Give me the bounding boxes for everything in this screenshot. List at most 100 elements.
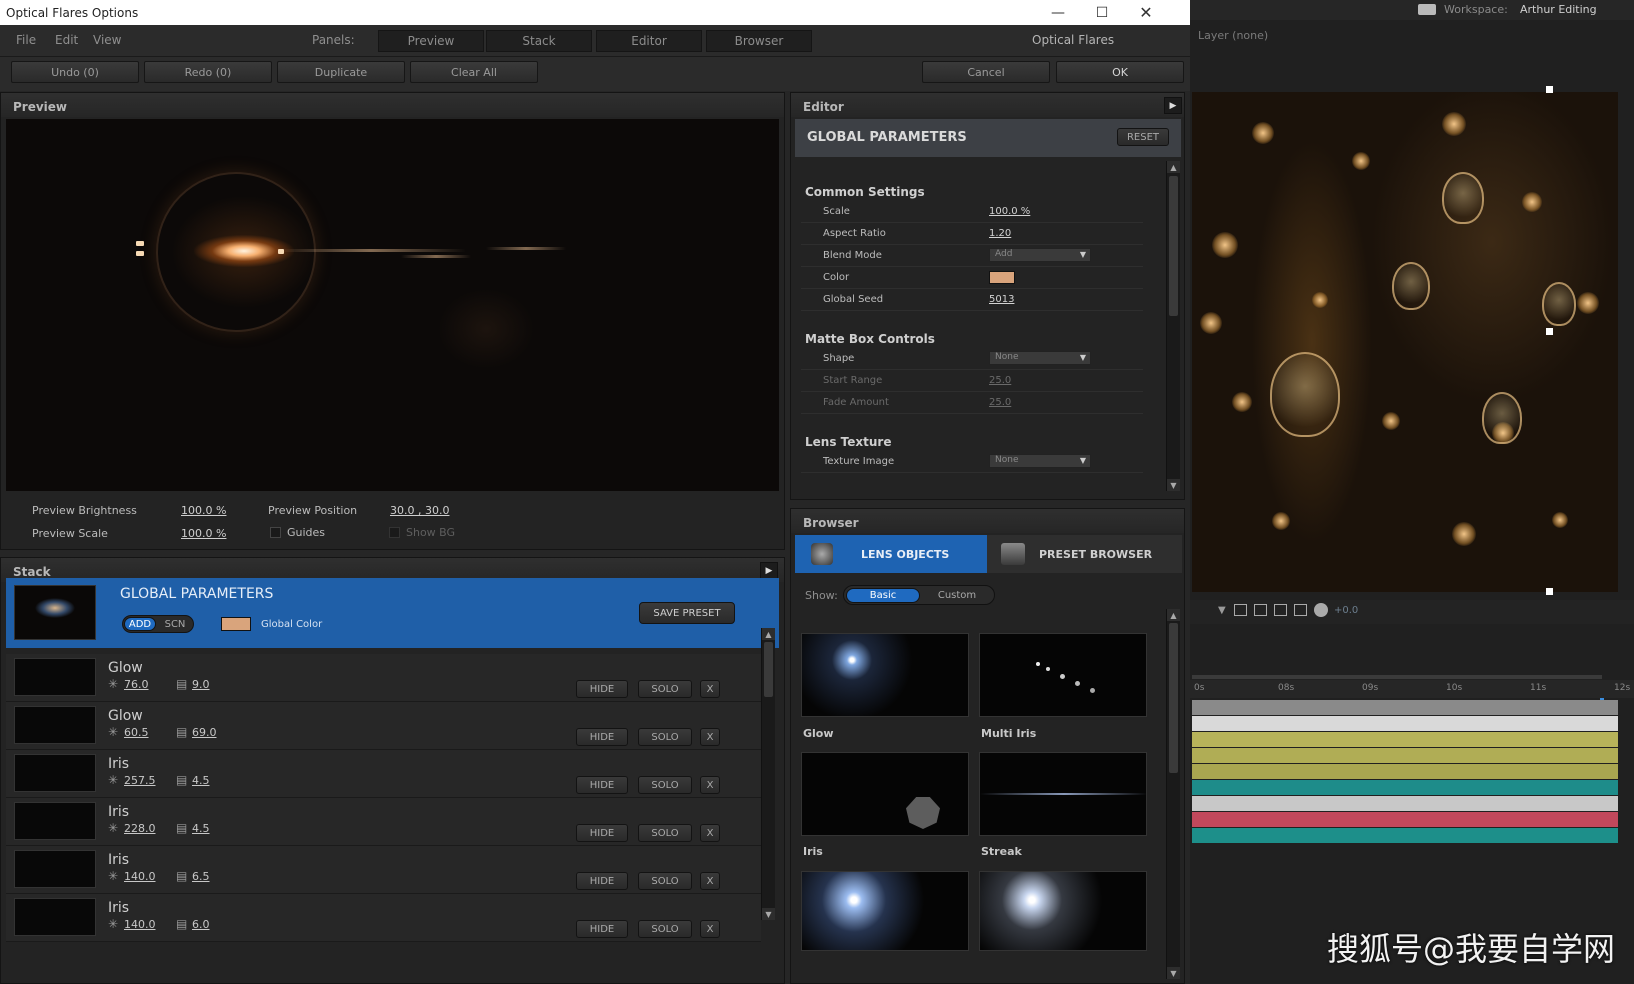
global-seed-value[interactable]: 5013 [989, 294, 1014, 305]
scale-value[interactable]: 100.0 % [989, 206, 1030, 217]
cancel-button[interactable]: Cancel [922, 61, 1050, 83]
layer-brightness[interactable]: 257.5 [124, 774, 156, 787]
flowchart-icon[interactable] [1294, 604, 1307, 616]
layer-scale[interactable]: 6.5 [192, 870, 210, 883]
scroll-up-icon[interactable]: ▲ [1167, 161, 1180, 173]
timeline-track[interactable] [1192, 700, 1618, 715]
scroll-thumb[interactable] [1169, 623, 1178, 773]
snapshot-icon[interactable] [1234, 604, 1247, 616]
aspect-ratio-value[interactable]: 1.20 [989, 228, 1011, 239]
stack-row[interactable]: Glow ✳ 60.5 ▤ 69.0 HIDE SOLO X [6, 702, 761, 750]
hide-button[interactable]: HIDE [576, 872, 628, 890]
timeline-track[interactable] [1192, 748, 1618, 763]
timeline-ruler[interactable]: 0s 08s 09s 10s 11s 12s [1190, 680, 1634, 698]
work-area-bar[interactable] [1192, 675, 1602, 679]
streak-tile[interactable] [979, 752, 1147, 836]
show-bg-checkbox[interactable] [389, 527, 400, 538]
hide-button[interactable]: HIDE [576, 728, 628, 746]
workspace-value[interactable]: Arthur Editing [1520, 3, 1597, 16]
color-swatch[interactable] [989, 271, 1015, 284]
multi-iris-tile[interactable] [979, 633, 1147, 717]
menu-file[interactable]: File [16, 33, 36, 47]
iris-tile[interactable] [801, 752, 969, 836]
scroll-down-icon[interactable]: ▼ [762, 908, 775, 920]
panel-tab-browser[interactable]: Browser [706, 30, 812, 52]
global-color-swatch[interactable] [221, 617, 251, 631]
scroll-thumb[interactable] [764, 642, 773, 697]
solo-button[interactable]: SOLO [638, 920, 692, 938]
save-preset-button[interactable]: SAVE PRESET [639, 602, 735, 624]
maximize-button[interactable]: ☐ [1080, 0, 1124, 25]
ok-button[interactable]: OK [1056, 61, 1184, 83]
composition-viewer[interactable] [1192, 92, 1618, 592]
duplicate-button[interactable]: Duplicate [277, 61, 405, 83]
exposure-value[interactable]: +0.0 [1334, 605, 1358, 616]
timeline-track[interactable] [1192, 716, 1618, 731]
stack-row[interactable]: Iris ✳ 140.0 ▤ 6.0 HIDE SOLO X [6, 894, 761, 942]
undo-button[interactable]: Undo (0) [11, 61, 139, 83]
stack-global-parameters[interactable]: GLOBAL PARAMETERS ADD SCN Global Color S… [6, 578, 779, 648]
remove-button[interactable]: X [700, 728, 720, 746]
layer-brightness[interactable]: 228.0 [124, 822, 156, 835]
timeline-track[interactable] [1192, 812, 1618, 827]
stack-row[interactable]: Glow ✳ 76.0 ▤ 9.0 HIDE SOLO X [6, 654, 761, 702]
scroll-up-icon[interactable]: ▲ [762, 628, 775, 640]
stack-row[interactable]: Iris ✳ 257.5 ▤ 4.5 HIDE SOLO X [6, 750, 761, 798]
close-button[interactable]: ✕ [1124, 0, 1168, 25]
timeline-track[interactable] [1192, 780, 1618, 795]
preview-position-value[interactable]: 30.0 , 30.0 [390, 504, 449, 517]
stack-row[interactable]: Iris ✳ 228.0 ▤ 4.5 HIDE SOLO X [6, 798, 761, 846]
transform-handle[interactable] [1546, 86, 1553, 93]
lens-objects-tab[interactable]: LENS OBJECTS [795, 535, 987, 573]
show-basic-button[interactable]: Basic [846, 588, 920, 603]
stack-menu-arrow-icon[interactable]: ▶ [760, 562, 778, 579]
preset-browser-tab[interactable]: PRESET BROWSER [987, 535, 1182, 573]
menu-view[interactable]: View [93, 33, 121, 47]
remove-button[interactable]: X [700, 680, 720, 698]
panel-tab-preview[interactable]: Preview [378, 30, 484, 52]
minimize-button[interactable]: — [1036, 0, 1080, 25]
hide-button[interactable]: HIDE [576, 920, 628, 938]
redo-button[interactable]: Redo (0) [144, 61, 272, 83]
reset-button[interactable]: RESET [1117, 128, 1169, 146]
menu-edit[interactable]: Edit [55, 33, 78, 47]
solo-button[interactable]: SOLO [638, 776, 692, 794]
layer-brightness[interactable]: 140.0 [124, 918, 156, 931]
panel-tab-stack[interactable]: Stack [486, 30, 592, 52]
remove-button[interactable]: X [700, 776, 720, 794]
scn-toggle[interactable]: SCN [159, 617, 191, 631]
panel-tab-editor[interactable]: Editor [596, 30, 702, 52]
layer-brightness[interactable]: 60.5 [124, 726, 149, 739]
timeline-track[interactable] [1192, 764, 1618, 779]
solo-button[interactable]: SOLO [638, 680, 692, 698]
transform-handle[interactable] [1546, 328, 1553, 335]
shape-dropdown[interactable]: None ▼ [989, 351, 1091, 365]
start-range-value[interactable]: 25.0 [989, 375, 1011, 386]
hide-button[interactable]: HIDE [576, 680, 628, 698]
layer-scale[interactable]: 6.0 [192, 918, 210, 931]
scroll-up-icon[interactable]: ▲ [1167, 609, 1180, 621]
editor-menu-arrow-icon[interactable]: ▶ [1164, 97, 1182, 114]
editor-scrollbar[interactable]: ▲ ▼ [1166, 161, 1180, 491]
remove-button[interactable]: X [700, 920, 720, 938]
show-custom-button[interactable]: Custom [921, 588, 993, 603]
guides-checkbox[interactable] [270, 527, 281, 538]
timeline-track[interactable] [1192, 828, 1618, 843]
hide-button[interactable]: HIDE [576, 776, 628, 794]
timeline-track[interactable] [1192, 796, 1618, 811]
preview-scale-value[interactable]: 100.0 % [181, 527, 226, 540]
fade-amount-value[interactable]: 25.0 [989, 397, 1011, 408]
timeline-track[interactable] [1192, 732, 1618, 747]
texture-image-dropdown[interactable]: None ▼ [989, 454, 1091, 468]
layer-brightness[interactable]: 76.0 [124, 678, 149, 691]
preview-brightness-value[interactable]: 100.0 % [181, 504, 226, 517]
stack-scrollbar[interactable]: ▲ ▼ [761, 628, 775, 920]
add-toggle[interactable]: ADD [124, 617, 156, 631]
transform-handle[interactable] [1546, 588, 1553, 595]
layer-scale[interactable]: 4.5 [192, 774, 210, 787]
layer-scale[interactable]: 9.0 [192, 678, 210, 691]
preview-canvas[interactable] [6, 119, 779, 491]
hide-button[interactable]: HIDE [576, 824, 628, 842]
solo-button[interactable]: SOLO [638, 872, 692, 890]
remove-button[interactable]: X [700, 872, 720, 890]
